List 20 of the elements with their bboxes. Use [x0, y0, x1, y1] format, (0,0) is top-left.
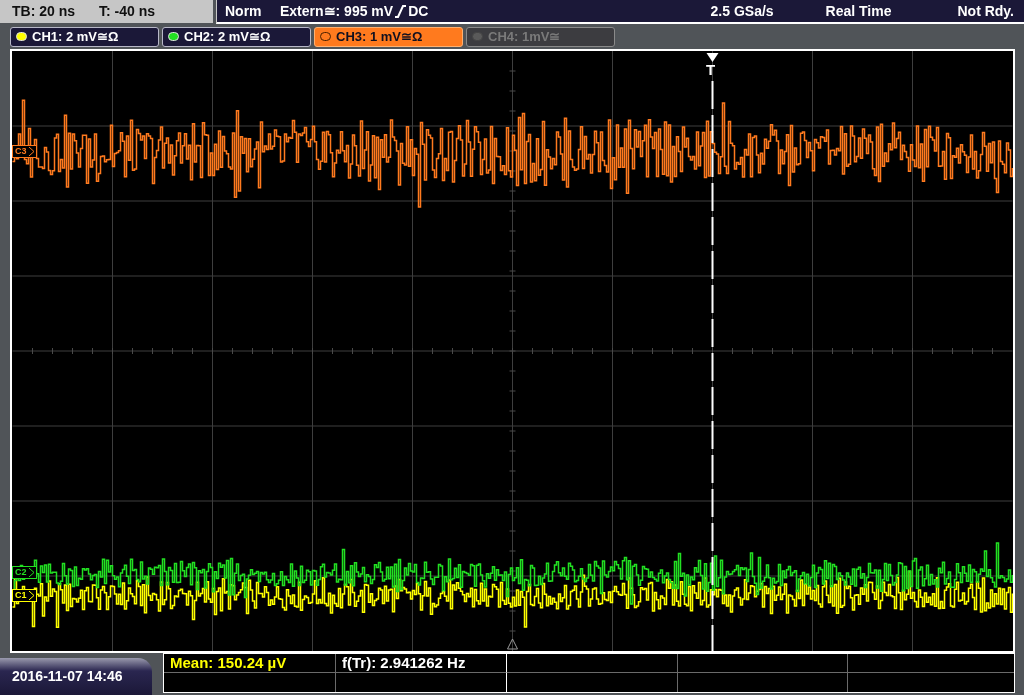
date-time-panel: 2016-11-07 14:46: [0, 658, 152, 695]
trigger-coupling-label: DC: [408, 1, 429, 21]
channel-tab[interactable]: CH2: 2 mV≅Ω: [162, 26, 311, 47]
measurement-cell: Mean: 150.24 µV: [164, 654, 336, 673]
trigger-position-icon[interactable]: [706, 53, 719, 62]
channel-tab[interactable]: CH3: 1 mV≅Ω: [314, 26, 463, 47]
acquisition-status-label: Not Rdy.: [957, 1, 1014, 21]
trigger-mode-label: Norm: [225, 1, 263, 21]
channel-marker[interactable]: C2: [12, 566, 37, 579]
trigger-time-label: T: -40 ns: [99, 2, 155, 21]
measurement-cell: f(Tr): 2.941262 Hz: [336, 654, 507, 673]
time-reference-icon: [507, 638, 518, 650]
channel-marker[interactable]: C3: [12, 145, 37, 158]
trigger-marker-label: T: [706, 62, 716, 78]
trigger-source-label: Extern≅: 995 mV: [280, 1, 394, 21]
channel-tab[interactable]: CH1: 2 mV≅Ω: [10, 26, 159, 47]
acquisition-mode-label: Real Time: [825, 1, 892, 21]
channel-marker[interactable]: C1: [12, 589, 37, 602]
timebase-label: TB: 20 ns: [12, 2, 76, 21]
sample-rate-label: 2.5 GSa/s: [710, 1, 774, 21]
